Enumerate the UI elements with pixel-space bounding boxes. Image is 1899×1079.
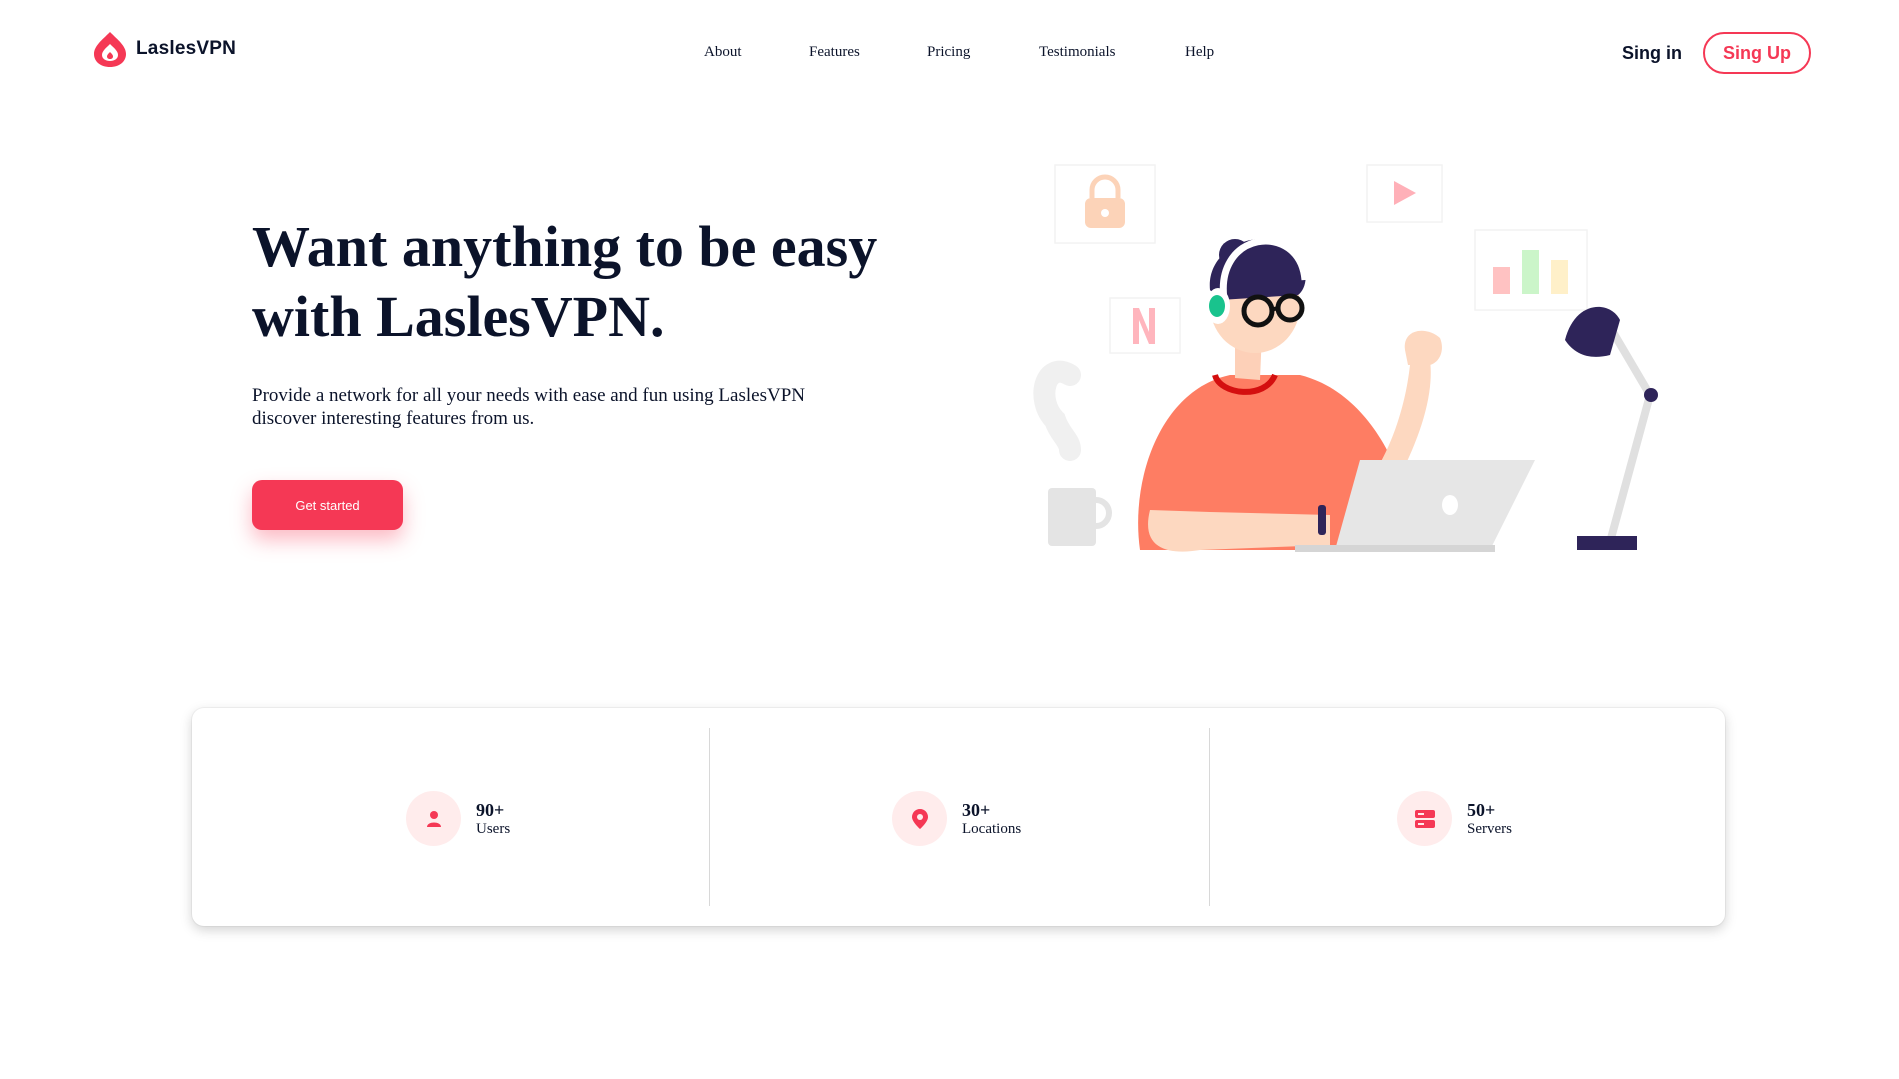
stat-locations-label: Locations	[962, 820, 1022, 837]
sign-up-button[interactable]: Sing Up	[1703, 32, 1811, 74]
stats-card: 90+ Users 30+ Locations 50+ Servers	[192, 708, 1725, 926]
hero-subtitle: Provide a network for all your needs wit…	[252, 384, 872, 430]
logo[interactable]: LaslesVPN	[92, 30, 236, 68]
sign-in-link[interactable]: Sing in	[1622, 43, 1682, 64]
bar-chart-icon	[1474, 229, 1588, 311]
nav-item-about[interactable]: About	[704, 44, 742, 61]
stat-servers: 50+ Servers	[1397, 791, 1512, 846]
stat-users-value: 90+	[476, 799, 505, 820]
nav-item-help[interactable]: Help	[1185, 44, 1214, 61]
location-pin-icon	[892, 791, 947, 846]
stat-locations: 30+ Locations	[892, 791, 1021, 846]
stat-servers-label: Servers	[1467, 820, 1512, 837]
nav-item-features[interactable]: Features	[809, 44, 860, 61]
nav-item-testimonials[interactable]: Testimonials	[1039, 44, 1115, 61]
desk-lamp-icon	[1565, 306, 1658, 550]
user-icon	[406, 791, 461, 846]
hero-illustration	[1033, 164, 1658, 552]
hero-subtitle-line-2: discover interesting features from us.	[252, 408, 535, 429]
hero-title: Want anything to be easy with LaslesVPN.	[252, 214, 878, 349]
stat-servers-value: 50+	[1467, 799, 1496, 820]
play-icon	[1366, 164, 1443, 223]
server-icon	[1397, 791, 1452, 846]
stats-divider	[1209, 728, 1210, 906]
hero-subtitle-line-1: Provide a network for all your needs wit…	[252, 385, 805, 406]
nav-item-pricing[interactable]: Pricing	[927, 44, 970, 61]
stat-users-label: Users	[476, 820, 511, 837]
stat-locations-value: 30+	[962, 799, 991, 820]
stat-users: 90+ Users	[406, 791, 510, 846]
netflix-icon	[1109, 297, 1181, 354]
mug-icon	[1033, 361, 1112, 546]
logo-icon	[94, 32, 126, 67]
logo-text: LaslesVPN	[136, 38, 237, 59]
lock-icon	[1054, 164, 1156, 244]
get-started-button[interactable]: Get started	[252, 480, 403, 530]
stats-divider	[709, 728, 710, 906]
